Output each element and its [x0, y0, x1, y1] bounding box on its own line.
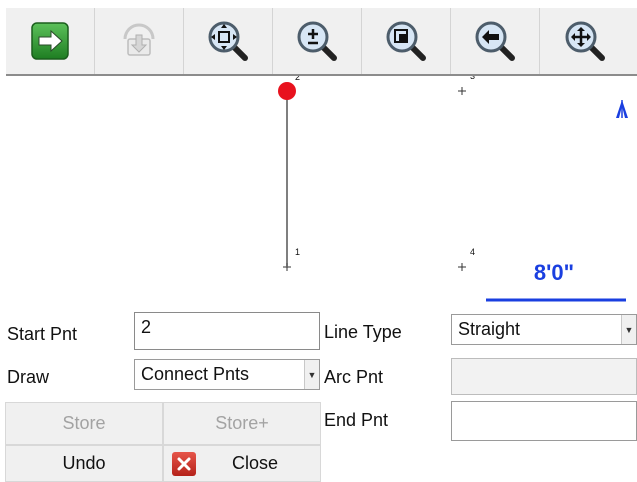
zoom-in-out-icon [295, 19, 339, 63]
zoom-window-icon [384, 19, 428, 63]
start-pnt-label: Start Pnt [7, 324, 78, 344]
zoom-window-button[interactable] [362, 8, 451, 74]
close-icon [172, 452, 196, 476]
store-point-icon [119, 21, 159, 61]
scale-label: 8'0" [534, 260, 574, 285]
current-point-marker [278, 82, 296, 100]
next-arrow-icon [30, 21, 70, 61]
zoom-extents-button[interactable] [184, 8, 273, 74]
draw-label: Draw [7, 367, 50, 387]
store-point-button[interactable] [95, 8, 184, 74]
start-pnt-input[interactable]: 2 [134, 312, 320, 350]
point-label: 2 [295, 76, 300, 82]
close-button-label: Close [231, 453, 279, 473]
line-type-select[interactable]: Straight ▼ [451, 314, 637, 345]
point-2: 2 [295, 76, 300, 82]
north-arrow-icon [616, 100, 628, 118]
zoom-previous-icon [473, 19, 517, 63]
pan-icon [563, 19, 607, 63]
arc-pnt-label: Arc Pnt [324, 367, 384, 387]
point-entry-form: Start Pnt 2 Draw Connect Pnts ▼ Line Typ… [0, 308, 637, 482]
close-button[interactable]: Close [163, 445, 321, 482]
zoom-extents-icon [206, 19, 250, 63]
point-label: 3 [470, 76, 475, 81]
point-label: 1 [295, 247, 300, 257]
zoom-in-out-button[interactable] [273, 8, 362, 74]
start-pnt-value: 2 [141, 317, 152, 337]
chevron-down-icon: ▼ [304, 360, 319, 389]
chevron-down-icon: ▼ [621, 315, 636, 344]
undo-button[interactable]: Undo [5, 445, 163, 482]
line-type-select-value: Straight [458, 319, 521, 339]
draw-select[interactable]: Connect Pnts ▼ [134, 359, 320, 390]
toolbar [6, 8, 637, 76]
next-button[interactable] [6, 8, 95, 74]
undo-button-label: Undo [62, 453, 106, 473]
point-3: 3 [458, 76, 475, 95]
store-plus-button-label: Store+ [215, 413, 269, 433]
store-button-label: Store [62, 413, 106, 433]
arc-pnt-input[interactable] [451, 358, 637, 395]
pan-button[interactable] [540, 8, 629, 74]
zoom-previous-button[interactable] [451, 8, 540, 74]
line-type-label: Line Type [324, 322, 402, 342]
point-4: 4 [458, 247, 475, 271]
store-button[interactable]: Store [5, 402, 163, 445]
point-1: 1 [283, 247, 300, 271]
end-pnt-input[interactable] [451, 401, 637, 441]
drawing-canvas[interactable]: 1 2 3 4 8'0" [6, 76, 637, 308]
draw-select-value: Connect Pnts [141, 364, 250, 384]
end-pnt-label: End Pnt [324, 410, 389, 430]
point-label: 4 [470, 247, 475, 257]
store-plus-button[interactable]: Store+ [163, 402, 321, 445]
